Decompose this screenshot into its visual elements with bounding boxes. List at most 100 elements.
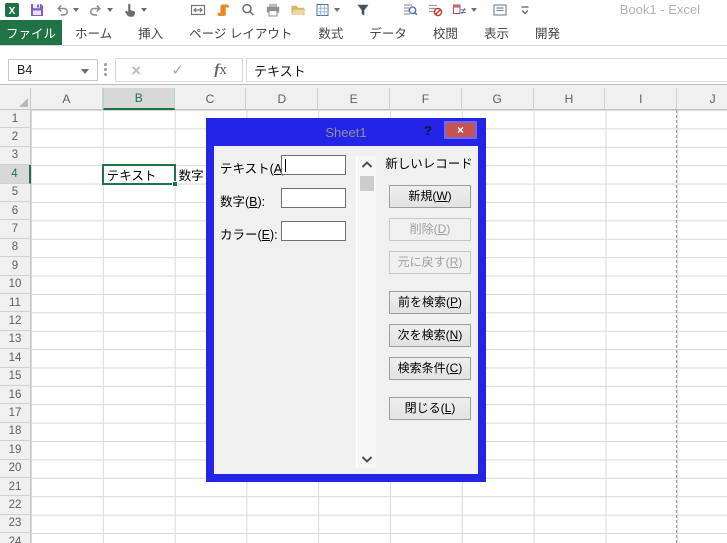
column-header-I[interactable]: I	[605, 88, 677, 110]
filter-icon[interactable]	[355, 1, 371, 19]
scroll-down-icon[interactable]	[359, 452, 375, 466]
field-input-0[interactable]	[281, 155, 346, 175]
row-header-14[interactable]: 14	[0, 349, 31, 367]
column-header-D[interactable]: D	[246, 88, 318, 110]
name-box-dropdown-icon[interactable]	[81, 69, 89, 74]
text-caret	[285, 159, 286, 172]
row-header-22[interactable]: 22	[0, 496, 31, 514]
open-folder-icon[interactable]	[290, 1, 306, 19]
close-icon: ×	[457, 124, 464, 136]
name-box[interactable]: B4	[8, 59, 98, 81]
row-header-3[interactable]: 3	[0, 147, 31, 165]
not-equal-icon[interactable]: ≠	[452, 1, 477, 19]
dialog-help-button[interactable]: ?	[420, 123, 436, 141]
row-header-1[interactable]: 1	[0, 110, 31, 128]
remove-icon[interactable]	[427, 1, 443, 19]
scroll-up-icon[interactable]	[359, 158, 375, 172]
column-header-G[interactable]: G	[462, 88, 534, 110]
qat-more-icon[interactable]	[517, 1, 533, 19]
fill-handle[interactable]	[172, 181, 178, 187]
row-header-17[interactable]: 17	[0, 404, 31, 422]
column-header-B[interactable]: B	[103, 88, 175, 110]
column-header-J[interactable]: J	[677, 88, 727, 110]
column-header-F[interactable]: F	[390, 88, 462, 110]
redo-icon[interactable]	[88, 1, 113, 19]
scroll-icon[interactable]	[215, 1, 231, 19]
zoom-icon[interactable]	[240, 1, 256, 19]
formula-bar: B4 × ✓ fx テキスト	[0, 47, 727, 85]
tab-view[interactable]: 表示	[471, 20, 522, 45]
dialog-button-n[interactable]: 次を検索(N)	[389, 324, 471, 347]
data-form-dialog: Sheet1 ? × テキスト(A):数字(B):カラー(E): 新しいレコード…	[206, 118, 486, 482]
formula-bar-grip-icon[interactable]	[104, 68, 107, 71]
tab-insert[interactable]: 挿入	[125, 20, 176, 45]
row-header-15[interactable]: 15	[0, 368, 31, 386]
tab-review[interactable]: 校閲	[420, 20, 471, 45]
cancel-icon[interactable]: ×	[131, 62, 141, 79]
row-header-6[interactable]: 6	[0, 202, 31, 220]
tab-page-layout[interactable]: ページ レイアウト	[176, 20, 305, 45]
row-header-20[interactable]: 20	[0, 460, 31, 478]
svg-text:X: X	[9, 6, 16, 17]
dialog-button-d[interactable]: 削除(D)	[389, 218, 471, 241]
row-header-4[interactable]: 4	[0, 165, 31, 183]
scrollbar-thumb[interactable]	[360, 176, 374, 191]
row-header-7[interactable]: 7	[0, 220, 31, 238]
print-preview-icon[interactable]	[265, 1, 281, 19]
form-icon[interactable]	[492, 1, 508, 19]
undo-dropdown-icon[interactable]	[73, 8, 79, 12]
column-header-H[interactable]: H	[534, 88, 606, 110]
excel-logo-icon[interactable]: X	[4, 1, 20, 19]
tab-formulas[interactable]: 数式	[305, 20, 356, 45]
save-icon[interactable]	[29, 1, 45, 19]
dialog-button-p[interactable]: 前を検索(P)	[389, 291, 471, 314]
tab-developer[interactable]: 開発	[522, 20, 573, 45]
dialog-button-w[interactable]: 新規(W)	[389, 185, 471, 208]
row-header-9[interactable]: 9	[0, 257, 31, 275]
row-header-10[interactable]: 10	[0, 276, 31, 294]
table-borders-icon[interactable]	[315, 1, 340, 19]
dialog-close-button[interactable]: ×	[444, 121, 477, 139]
column-header-C[interactable]: C	[175, 88, 247, 110]
search-document-icon[interactable]	[402, 1, 418, 19]
redo-dropdown-icon[interactable]	[107, 8, 113, 12]
formula-buttons: × ✓ fx	[115, 58, 243, 82]
select-all-corner[interactable]	[0, 88, 31, 110]
tab-file[interactable]: ファイル	[0, 20, 62, 45]
cell-C4[interactable]: 数字	[179, 165, 204, 183]
row-header-13[interactable]: 13	[0, 331, 31, 349]
dialog-title: Sheet1	[325, 125, 366, 140]
row-header-24[interactable]: 24	[0, 533, 31, 543]
touch-mode-dropdown-icon[interactable]	[141, 8, 147, 12]
formula-input[interactable]: テキスト	[246, 58, 727, 82]
row-header-23[interactable]: 23	[0, 515, 31, 533]
field-label-0: テキスト(A):	[220, 158, 290, 177]
dialog-button-l[interactable]: 閉じる(L)	[389, 397, 471, 420]
tab-home[interactable]: ホーム	[62, 20, 125, 45]
insert-function-icon[interactable]: fx	[214, 63, 227, 78]
enter-icon[interactable]: ✓	[171, 63, 184, 78]
row-header-12[interactable]: 12	[0, 312, 31, 330]
touch-mode-icon[interactable]	[122, 1, 147, 19]
row-header-2[interactable]: 2	[0, 128, 31, 146]
row-header-19[interactable]: 19	[0, 441, 31, 459]
dialog-button-r[interactable]: 元に戻す(R)	[389, 251, 471, 274]
column-header-E[interactable]: E	[318, 88, 390, 110]
undo-icon[interactable]	[54, 1, 79, 19]
not-equal-dropdown-icon[interactable]	[471, 8, 477, 12]
field-label-2: カラー(E):	[220, 224, 278, 243]
row-header-5[interactable]: 5	[0, 184, 31, 202]
row-header-11[interactable]: 11	[0, 294, 31, 312]
table-borders-dropdown-icon[interactable]	[334, 8, 340, 12]
column-width-icon[interactable]	[190, 1, 206, 19]
row-header-16[interactable]: 16	[0, 386, 31, 404]
column-header-A[interactable]: A	[31, 88, 103, 110]
record-scrollbar[interactable]	[356, 156, 376, 468]
tab-data[interactable]: データ	[356, 20, 420, 45]
dialog-button-c[interactable]: 検索条件(C)	[389, 357, 471, 380]
field-input-2[interactable]	[281, 221, 346, 241]
row-header-8[interactable]: 8	[0, 239, 31, 257]
field-input-1[interactable]	[281, 188, 346, 208]
row-header-18[interactable]: 18	[0, 423, 31, 441]
row-header-21[interactable]: 21	[0, 478, 31, 496]
